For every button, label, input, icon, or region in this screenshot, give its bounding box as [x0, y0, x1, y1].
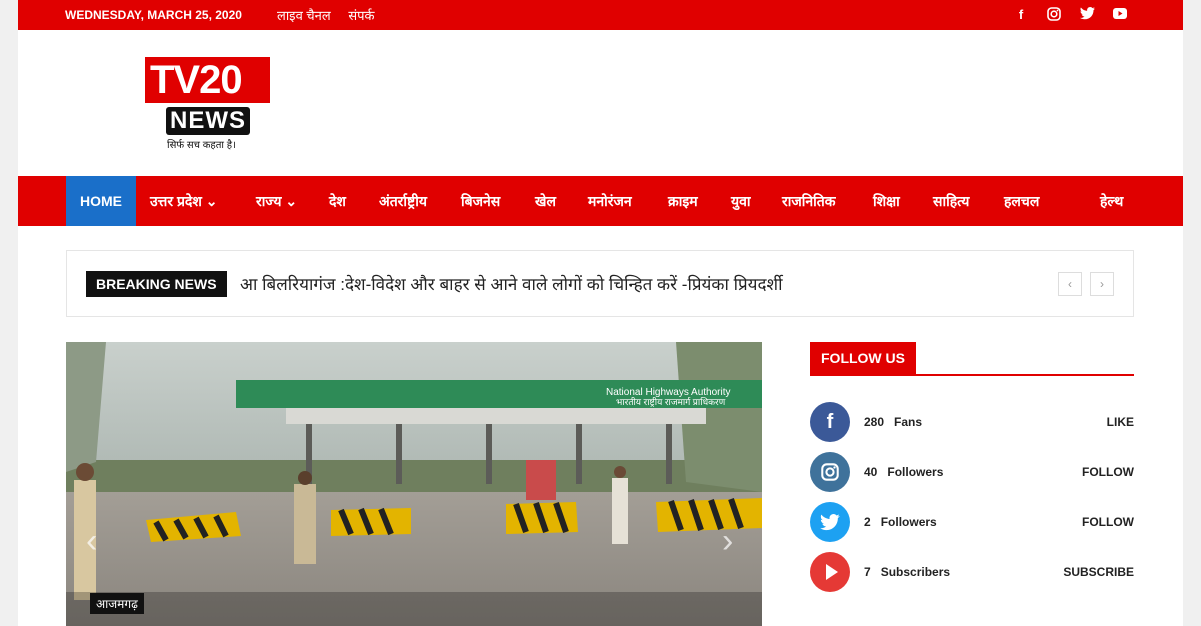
nav-yuva[interactable]: युवा [731, 176, 751, 226]
slider-prev-button[interactable]: ‹ [86, 522, 97, 561]
main-nav: HOME उत्तर प्रदेश ⌄ राज्य ⌄ देश अंतर्राष… [18, 176, 1183, 226]
current-date: WEDNESDAY, MARCH 25, 2020 [65, 8, 242, 22]
live-channel-link[interactable]: लाइव चैनल [277, 8, 331, 23]
facebook-count: 280 Fans [864, 415, 923, 429]
nav-shiksha[interactable]: शिक्षा [873, 176, 900, 226]
slider-next-button[interactable]: › [722, 522, 733, 561]
nav-khel[interactable]: खेल [535, 176, 556, 226]
nav-home[interactable]: HOME [66, 176, 136, 226]
instagram-follow-row[interactable]: 40 Followers FOLLOW [810, 452, 1134, 492]
breaking-news-headline[interactable]: आ बिलरियागंज :देश-विदेश और बाहर से आने व… [240, 272, 783, 295]
twitter-icon[interactable] [1079, 7, 1095, 24]
twitter-follow-row[interactable]: 2 Followers FOLLOW [810, 502, 1134, 542]
sign-hindi: भारतीय राष्ट्रीय राजमार्ग प्राधिकरण [616, 396, 726, 407]
youtube-icon[interactable] [1112, 7, 1128, 24]
breaking-news-label: BREAKING NEWS [86, 271, 227, 297]
nav-crime[interactable]: क्राइम [668, 176, 698, 226]
hero-category-badge[interactable]: आजमगढ़ [90, 593, 144, 614]
facebook-like-button[interactable]: LIKE [1107, 415, 1134, 429]
logo-news: NEWS [166, 107, 250, 135]
nav-manoranjan[interactable]: मनोरंजन [588, 176, 632, 226]
breaking-news-bar: BREAKING NEWS आ बिलरियागंज :देश-विदेश और… [66, 250, 1134, 317]
nav-health[interactable]: हेल्थ [1100, 176, 1123, 226]
twitter-follow-button[interactable]: FOLLOW [1082, 515, 1134, 529]
facebook-icon[interactable]: f [1013, 7, 1029, 24]
youtube-subscribe-button[interactable]: SUBSCRIBE [1063, 565, 1134, 579]
instagram-icon [810, 452, 850, 492]
nav-business[interactable]: बिजनेस [461, 176, 500, 226]
nav-desh[interactable]: देश [329, 176, 346, 226]
facebook-icon: f [810, 402, 850, 442]
nav-uttar-pradesh[interactable]: उत्तर प्रदेश ⌄ [150, 176, 218, 226]
instagram-icon[interactable] [1046, 7, 1062, 24]
youtube-icon [810, 552, 850, 592]
youtube-follow-row[interactable]: 7 Subscribers SUBSCRIBE [810, 552, 1134, 592]
nav-rajnitik[interactable]: राजनितिक [782, 176, 836, 226]
page-container: WEDNESDAY, MARCH 25, 2020 लाइव चैनल संपर… [18, 0, 1183, 626]
instagram-follow-button[interactable]: FOLLOW [1082, 465, 1134, 479]
follow-us-header: FOLLOW US [810, 342, 1134, 376]
top-social: f [1013, 7, 1128, 24]
twitter-icon [810, 502, 850, 542]
follow-us-title: FOLLOW US [810, 342, 916, 374]
logo-tagline: सिर्फ सच कहता है। [167, 140, 236, 151]
nav-sahitya[interactable]: साहित्य [933, 176, 969, 226]
logo-tv20: TV20 [145, 57, 270, 103]
youtube-count: 7 Subscribers [864, 565, 951, 579]
instagram-count: 40 Followers [864, 465, 944, 479]
ticker-prev-button[interactable]: ‹ [1058, 272, 1082, 296]
nav-rajya[interactable]: राज्य ⌄ [256, 176, 297, 226]
ticker-next-button[interactable]: › [1090, 272, 1114, 296]
nav-international[interactable]: अंतर्राष्ट्रीय [379, 176, 427, 226]
hero-slider[interactable]: National Highways Authority भारतीय राष्ट… [66, 342, 762, 626]
hero-image: National Highways Authority भारतीय राष्ट… [66, 342, 762, 626]
nav-halchal[interactable]: हलचल [1004, 176, 1039, 226]
twitter-count: 2 Followers [864, 515, 937, 529]
site-logo[interactable]: TV20 NEWS सिर्फ सच कहता है। [145, 57, 271, 152]
top-bar: WEDNESDAY, MARCH 25, 2020 लाइव चैनल संपर… [18, 0, 1183, 30]
top-links: लाइव चैनल संपर्क [277, 6, 388, 24]
facebook-follow-row[interactable]: f 280 Fans LIKE [810, 402, 1134, 442]
contact-link[interactable]: संपर्क [348, 8, 374, 23]
